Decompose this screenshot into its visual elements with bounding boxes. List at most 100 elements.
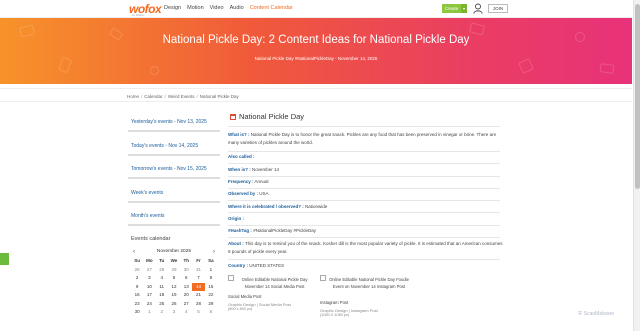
calendar-weekday: Tu	[159, 258, 165, 263]
divider	[228, 200, 500, 201]
breadcrumb-separator: /	[196, 94, 198, 99]
scrollbar-thumb[interactable]	[635, 4, 640, 189]
calendar-day[interactable]: 16	[131, 291, 143, 300]
calendar-day[interactable]: 18	[156, 291, 168, 300]
calendar-day[interactable]: 2	[156, 308, 168, 317]
join-button[interactable]: JOIN	[488, 4, 508, 13]
divider	[228, 163, 500, 164]
calendar-day[interactable]: 10	[143, 283, 155, 292]
calendar-day[interactable]: 8	[205, 274, 217, 283]
calendar-day[interactable]: 23	[131, 300, 143, 309]
field-label: Origin :	[228, 216, 244, 221]
calendar-day[interactable]: 3	[168, 308, 180, 317]
field-value: National Pickle Day is to honor the grea…	[228, 132, 497, 145]
card-title[interactable]: Online Editable National Pickle Day Nove…	[228, 276, 313, 290]
calendar-day[interactable]: 30	[131, 308, 143, 317]
sidebar-item-label[interactable]: Month's events	[131, 213, 164, 219]
calendar-day[interactable]: 26	[131, 266, 143, 275]
nav-link-video[interactable]: Video	[210, 5, 224, 11]
calendar-day[interactable]: 7	[192, 274, 204, 283]
breadcrumb-bar: Home / Calendar / Weird Events / Nationa…	[0, 88, 632, 102]
chevron-left-icon[interactable]: ‹	[133, 249, 135, 255]
calendar-day[interactable]: 15	[205, 283, 217, 292]
calendar-day[interactable]: 27	[180, 300, 192, 309]
calendar-week-row: 9 10 11 12 13 14 15	[131, 282, 217, 292]
calendar-day[interactable]: 24	[143, 300, 155, 309]
calendar-day[interactable]: 28	[192, 300, 204, 309]
calendar-day[interactable]: 20	[180, 291, 192, 300]
calendar-day[interactable]: 25	[156, 300, 168, 309]
calendar-day[interactable]: 6	[180, 274, 192, 283]
calendar-day[interactable]: 12	[168, 283, 180, 292]
create-button[interactable]: Create	[442, 4, 461, 13]
nav-link-motion[interactable]: Motion	[187, 5, 204, 11]
calendar-day[interactable]: 11	[156, 283, 168, 292]
feedback-tab[interactable]	[0, 253, 9, 265]
calendar-day[interactable]: 30	[180, 266, 192, 275]
what-is-field: What is? : National Pickle Day is to hon…	[228, 131, 503, 147]
breadcrumb-separator: /	[141, 94, 143, 99]
calendar-day[interactable]: 19	[168, 291, 180, 300]
hero-banner: National Pickle Day: 2 Content Ideas for…	[0, 18, 632, 84]
calendar-day[interactable]: 4	[180, 308, 192, 317]
calendar-week-row: 2345678	[131, 274, 217, 283]
calendar-day[interactable]: 5	[192, 308, 204, 317]
calendar-day[interactable]: 26	[168, 300, 180, 309]
sidebar-item-label[interactable]: Tomorrow's events - Nov 15, 2025	[131, 166, 207, 172]
sidebar-item-label[interactable]: Week's events	[131, 190, 163, 196]
sidebar-item-tomorrow[interactable]: Tomorrow's events - Nov 15, 2025	[128, 160, 220, 179]
template-card[interactable]: Online Editable National Pickle Day Food…	[320, 275, 410, 317]
observed-field: Observed by : USA	[228, 190, 503, 198]
sidebar-item-week[interactable]: Week's events	[128, 184, 220, 203]
template-card[interactable]: Online Editable National Pickle Day Nove…	[228, 275, 313, 315]
field-label: When is? :	[228, 167, 251, 172]
card-size: (1080 X 1080 px)	[320, 313, 350, 317]
calendar-day[interactable]: 28	[156, 266, 168, 275]
user-account-icon[interactable]	[473, 3, 483, 14]
page-scrollbar[interactable]	[633, 0, 640, 331]
chevron-right-icon[interactable]: ›	[213, 249, 215, 255]
calendar-day[interactable]: 6	[205, 308, 217, 317]
sidebar-item-label[interactable]: Yesterday's events - Nov 13, 2025	[131, 119, 207, 125]
calendar-week-row: 26 27 28 29 30 31 1	[131, 266, 217, 275]
breadcrumb-home[interactable]: Home	[127, 94, 139, 99]
calendar-day[interactable]: 21	[192, 291, 204, 300]
breadcrumb-weird-events[interactable]: Weird Events	[168, 94, 195, 99]
nav-link-design[interactable]: Design	[164, 5, 181, 11]
calendar-weekday: Mo	[146, 258, 153, 263]
calendar-day[interactable]: 22	[205, 291, 217, 300]
calendar-weekday: Sa	[208, 258, 214, 263]
field-label: Where it is celebrated / observed? :	[228, 204, 304, 209]
top-navbar: wofox by Wofox Design Motion Video Audio…	[0, 0, 632, 18]
field-label: #HashTag :	[228, 228, 252, 233]
calendar-day[interactable]: 13	[180, 283, 192, 292]
sidebar-item-month[interactable]: Month's events	[128, 207, 220, 226]
sidebar-item-today[interactable]: Today's events - Nov 14, 2025	[128, 137, 220, 156]
nav-link-content-calendar[interactable]: Content Calendar	[250, 5, 293, 11]
calendar-day[interactable]: 1	[143, 308, 155, 317]
card-caption[interactable]: Social Media Post	[228, 293, 262, 300]
sidebar-item-label[interactable]: Today's events - Nov 14, 2025	[131, 143, 198, 149]
calendar-day[interactable]: 31	[192, 266, 204, 275]
calendar-day[interactable]: 3	[143, 274, 155, 283]
card-title[interactable]: Online Editable National Pickle Day Food…	[320, 276, 410, 290]
calendar-day[interactable]: 29	[168, 266, 180, 275]
calendar-day[interactable]: 29	[205, 300, 217, 309]
field-label: Also called :	[228, 154, 255, 159]
calendar-day[interactable]: 27	[143, 266, 155, 275]
sidebar-item-yesterday[interactable]: Yesterday's events - Nov 13, 2025	[128, 113, 220, 132]
breadcrumb-calendar[interactable]: Calendar	[144, 94, 162, 99]
logo-tagline: by Wofox	[132, 13, 145, 17]
calendar-day[interactable]: 17	[143, 291, 155, 300]
calendar-day[interactable]: 14	[192, 282, 205, 291]
card-size: (800 x 800 px)	[228, 307, 253, 311]
nav-link-audio[interactable]: Audio	[230, 5, 244, 11]
calendar-day[interactable]: 9	[131, 283, 143, 292]
calendar-day[interactable]: 4	[156, 274, 168, 283]
create-dropdown-button[interactable]: ▾	[461, 4, 467, 13]
card-caption[interactable]: Instagram Post	[320, 299, 348, 306]
calendar-day[interactable]: 5	[168, 274, 180, 283]
decorative-doodle	[150, 66, 159, 75]
calendar-day[interactable]: 2	[131, 274, 143, 283]
calendar-day[interactable]: 1	[205, 266, 217, 275]
